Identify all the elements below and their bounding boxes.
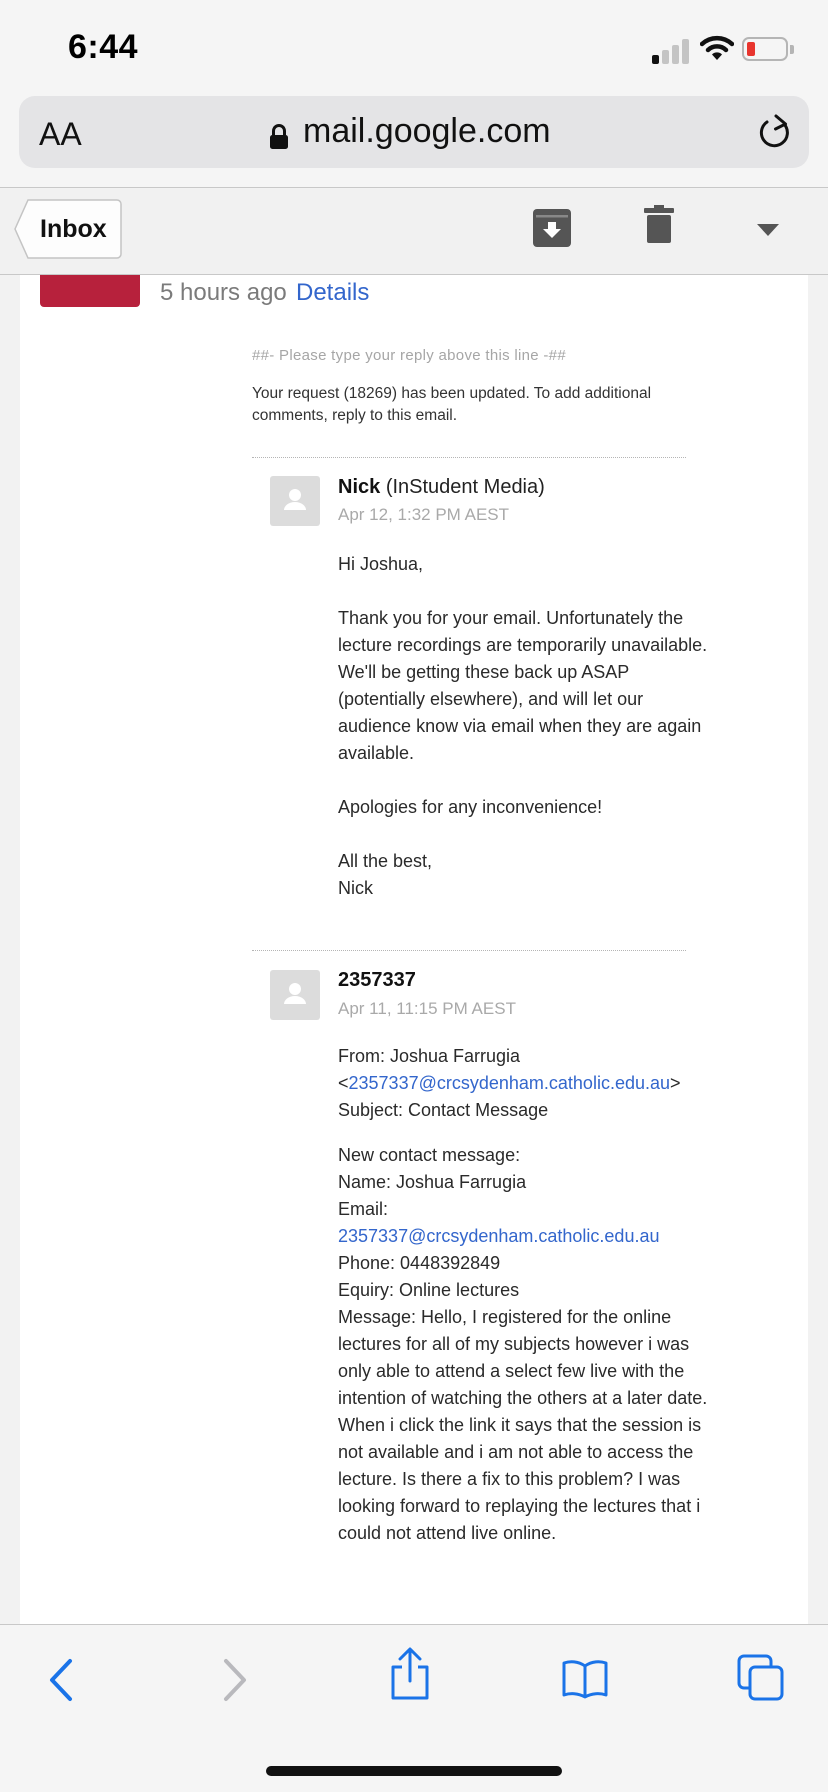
forward-arrow-icon[interactable]	[220, 1657, 250, 1703]
from-email-link[interactable]: 2357337@crcsydenham.catholic.edu.au	[349, 1073, 670, 1093]
author-name: Nick	[338, 476, 381, 498]
person-icon	[284, 983, 306, 1004]
comment-body: From: Joshua Farrugia <2357337@crcsydenh…	[338, 1043, 708, 1547]
trash-icon[interactable]	[644, 205, 674, 243]
reload-icon[interactable]	[757, 114, 793, 152]
reply-above-line: ##- Please type your reply above this li…	[252, 347, 566, 364]
battery-cap	[790, 45, 794, 54]
lock-icon	[270, 124, 288, 149]
details-link[interactable]: Details	[296, 279, 369, 307]
reply-paragraph: Thank you for your email. Unfortunately …	[338, 608, 708, 763]
from-line: From: Joshua Farrugia <2357337@crcsydenh…	[338, 1046, 681, 1093]
email-label: Email:	[338, 1199, 389, 1219]
archive-icon[interactable]	[533, 209, 571, 247]
greeting: Hi Joshua,	[338, 554, 424, 574]
url-text[interactable]: mail.google.com	[303, 112, 551, 151]
avatar	[270, 476, 320, 526]
comment-timestamp: Apr 11, 11:15 PM AEST	[338, 999, 516, 1018]
browser-bottom-toolbar	[0, 1624, 828, 1792]
cellular-signal-icon	[652, 38, 692, 64]
comment-body: Hi Joshua, Thank you for your email. Unf…	[338, 551, 708, 902]
message-line: Message: Hello, I registered for the onl…	[338, 1307, 708, 1543]
message-content: 5 hours ago Details ##- Please type your…	[20, 275, 808, 1625]
inbox-label: Inbox	[40, 215, 107, 243]
back-to-inbox-button[interactable]: Inbox	[14, 199, 122, 259]
status-time: 6:44	[68, 28, 139, 66]
email-line: Email: 2357337@crcsydenham.catholic.edu.…	[338, 1196, 708, 1250]
subject-line: Subject: Contact Message	[338, 1100, 549, 1120]
author-org: (InStudent Media)	[385, 476, 545, 498]
comment-author: 2357337	[338, 969, 416, 992]
comment-divider	[252, 950, 686, 951]
address-bar[interactable]: AA mail.google.com	[19, 96, 809, 168]
wifi-icon	[700, 35, 734, 60]
chevron-down-icon[interactable]	[757, 224, 779, 236]
bookmarks-icon[interactable]	[562, 1659, 608, 1699]
status-bar: 6:44	[0, 0, 828, 92]
phone-line: Phone: 0448392849	[338, 1253, 501, 1273]
battery-icon	[742, 37, 788, 61]
comment-divider	[252, 457, 686, 458]
author-name: 2357337	[338, 969, 416, 991]
share-icon[interactable]	[388, 1647, 432, 1701]
signature: Nick	[338, 878, 373, 898]
new-contact-line: New contact message:	[338, 1145, 521, 1165]
message-time-ago: 5 hours ago	[160, 279, 287, 306]
sender-avatar-badge	[40, 275, 140, 307]
tabs-icon[interactable]	[736, 1653, 786, 1703]
from-prefix: From: Joshua Farrugia	[338, 1046, 521, 1066]
signoff: All the best,	[338, 851, 433, 871]
back-arrow-icon[interactable]	[46, 1657, 76, 1703]
comment-timestamp: Apr 12, 1:32 PM AEST	[338, 505, 510, 524]
mail-toolbar: Inbox	[0, 189, 828, 275]
avatar	[270, 970, 320, 1020]
comment-author: Nick (InStudent Media)	[338, 476, 545, 499]
email-link[interactable]: 2357337@crcsydenham.catholic.edu.au	[338, 1226, 659, 1246]
battery-level	[747, 42, 755, 56]
text-size-button[interactable]: AA	[39, 116, 82, 153]
name-line: Name: Joshua Farrugia	[338, 1172, 527, 1192]
home-indicator[interactable]	[266, 1766, 562, 1776]
person-icon	[284, 489, 306, 510]
browser-address-area: AA mail.google.com	[0, 92, 828, 188]
enquiry-line: Equiry: Online lectures	[338, 1280, 520, 1300]
apology-paragraph: Apologies for any inconvenience!	[338, 797, 603, 817]
request-update-note: Your request (18269) has been updated. T…	[252, 385, 652, 424]
